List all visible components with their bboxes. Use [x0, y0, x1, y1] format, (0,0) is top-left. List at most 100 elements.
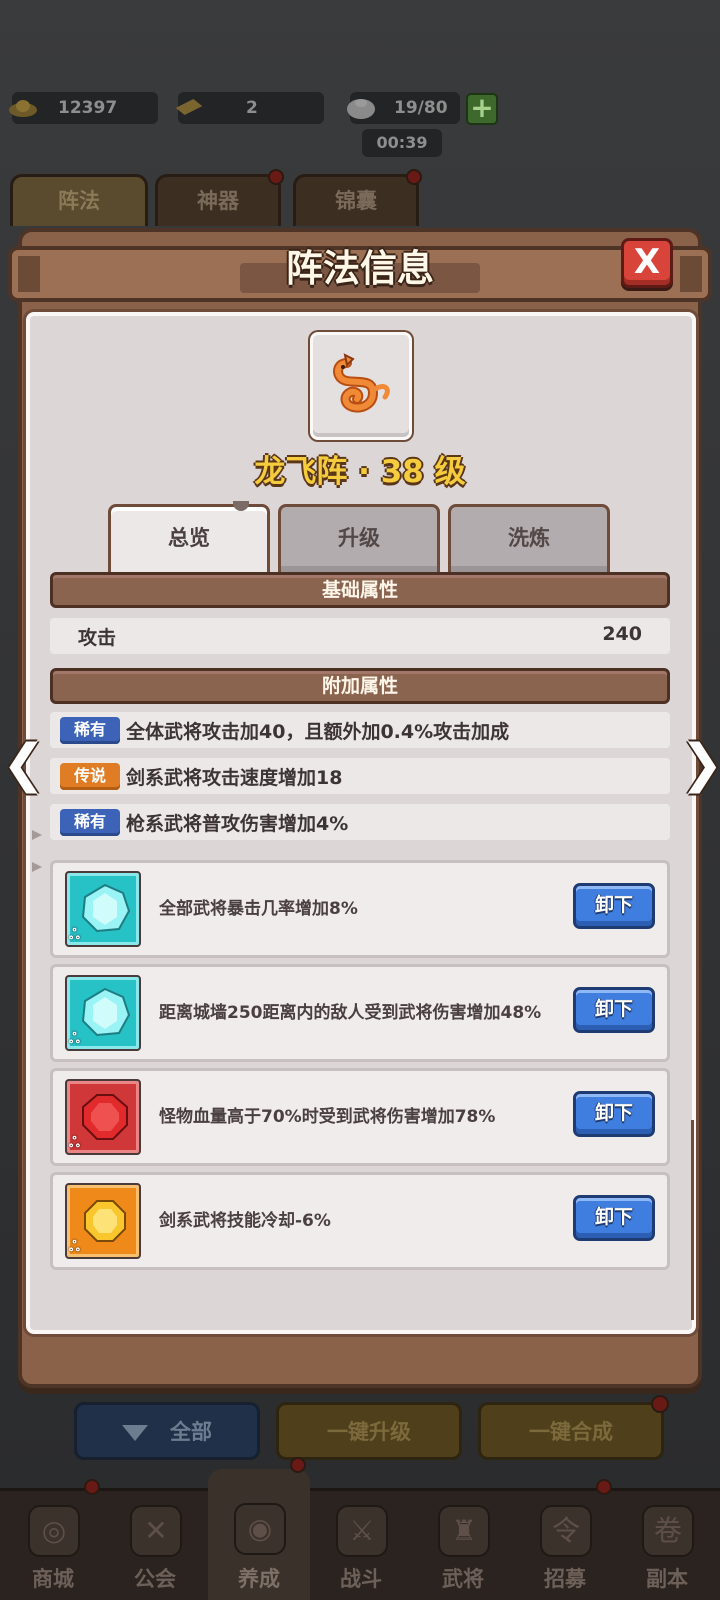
stamina-value: 19/80: [394, 98, 448, 118]
tab-pin: [233, 501, 249, 511]
orange-gem-icon[interactable]: ஃ: [65, 1183, 141, 1259]
bun-icon: [347, 99, 375, 119]
filter-all-button[interactable]: 全部: [74, 1402, 260, 1460]
nav-label: 商城: [32, 1567, 74, 1591]
tab-artifact-label: 神器: [197, 189, 239, 213]
nav-shop[interactable]: ◎ 商城: [2, 1479, 104, 1600]
modal-title: 阵法信息: [286, 247, 434, 290]
nav-dungeon[interactable]: 卷副本: [616, 1491, 718, 1600]
cyan-gem-icon[interactable]: ஃ: [65, 871, 141, 947]
nav-battle[interactable]: ⚔ 战斗: [310, 1491, 412, 1600]
nav-label: 养成: [238, 1567, 280, 1591]
notification-dot: [651, 1395, 669, 1413]
stat-label: 攻击: [78, 627, 117, 649]
bottom-navbar: ◎ 商城 ✕ 公会 ◉ 养成 ⚔ 战斗 ♜ 武将 令招募 卷副本: [0, 1457, 720, 1600]
tab-refine[interactable]: 洗炼: [448, 504, 610, 572]
tab-upgrade-label: 升级: [338, 526, 380, 550]
tab-formation[interactable]: 阵法: [10, 174, 148, 226]
tab-tips[interactable]: 锦囊: [293, 169, 422, 226]
scroll-icon: 卷: [642, 1505, 694, 1557]
notification-dot: [290, 1457, 306, 1473]
resource-bar: 12397 2 19/80: [0, 92, 720, 128]
next-arrow-icon[interactable]: ❯: [680, 738, 720, 794]
gem-slot-card: ஃ 怪物血量高于70%时受到武将伤害增加78% 卸下: [50, 1068, 670, 1166]
stamina-timer: 00:39: [362, 129, 442, 157]
one-click-upgrade-button[interactable]: 一键升级: [276, 1402, 462, 1460]
gem-grade-icon: ஃ: [69, 1135, 80, 1151]
add-stamina-button[interactable]: +: [466, 93, 498, 125]
unequip-button[interactable]: 卸下: [573, 1091, 655, 1137]
extra-attr-row: 传说 剑系武将攻击速度增加18: [50, 758, 670, 794]
gem-grade-icon: ஃ: [69, 1239, 80, 1255]
stat-value: 240: [602, 623, 642, 645]
attr-text: 剑系武将攻击速度增加18: [126, 767, 343, 789]
nav-label: 战斗: [340, 1567, 382, 1591]
unequip-button[interactable]: 卸下: [573, 883, 655, 929]
side-marker-icon: [32, 830, 42, 840]
tab-refine-label: 洗炼: [508, 526, 550, 550]
gem-description: 全部武将暴击几率增加8%: [159, 899, 358, 919]
scrollbar[interactable]: [691, 1120, 694, 1320]
shield-icon: ✕: [130, 1505, 182, 1557]
ticket-icon: [175, 99, 203, 115]
nav-label: 武将: [442, 1567, 484, 1591]
nav-recruit[interactable]: 令招募: [514, 1479, 616, 1600]
tab-overview-label: 总览: [168, 526, 210, 550]
rarity-badge: 传说: [60, 763, 120, 790]
unequip-button[interactable]: 卸下: [573, 1195, 655, 1241]
nav-guild[interactable]: ✕ 公会: [104, 1491, 206, 1600]
notification-dot: [84, 1479, 100, 1495]
nav-generals[interactable]: ♜ 武将: [412, 1491, 514, 1600]
basic-attributes-header: 基础属性: [50, 572, 670, 608]
rarity-badge: 稀有: [60, 717, 120, 744]
gem-grade-icon: ஃ: [69, 927, 80, 943]
previous-arrow-icon[interactable]: ❮: [2, 738, 46, 794]
gem-description: 剑系武将技能冷却-6%: [159, 1211, 331, 1231]
close-button[interactable]: X: [621, 238, 673, 288]
red-gem-icon[interactable]: ஃ: [65, 1079, 141, 1155]
recruit-flag-icon: 令: [540, 1505, 592, 1557]
tab-overview[interactable]: 总览: [108, 501, 270, 572]
side-marker-icon: [32, 862, 42, 872]
gem-grade-icon: ஃ: [69, 1031, 80, 1047]
gem-slot-card: ஃ 全部武将暴击几率增加8% 卸下: [50, 860, 670, 958]
notification-dot: [268, 169, 284, 185]
gem-description: 距离城墙250距离内的敌人受到武将伤害增加48%: [159, 1003, 542, 1023]
cyan-gem-icon[interactable]: ஃ: [65, 975, 141, 1051]
nav-label: 招募: [544, 1567, 586, 1591]
attr-text: 全体武将攻击加40，且额外加0.4%攻击加成: [126, 721, 510, 743]
gem-slot-card: ஃ 距离城墙250距离内的敌人受到武将伤害增加48% 卸下: [50, 964, 670, 1062]
gold-ingot-icon: [9, 100, 37, 117]
stat-row-attack: 攻击 240: [50, 618, 670, 654]
nav-label: 副本: [646, 1567, 688, 1591]
nav-develop[interactable]: ◉ 养成: [208, 1457, 310, 1600]
ticket-value: 2: [246, 98, 258, 118]
unequip-button[interactable]: 卸下: [573, 987, 655, 1033]
extra-attr-row: 稀有 枪系武将普攻伤害增加4%: [50, 804, 670, 840]
extra-attr-row: 稀有 全体武将攻击加40，且额外加0.4%攻击加成: [50, 712, 670, 748]
stamina-counter: 19/80: [347, 92, 460, 124]
gem-slot-card: ஃ 剑系武将技能冷却-6% 卸下: [50, 1172, 670, 1270]
dragon-swirl-icon: ◉: [234, 1503, 286, 1555]
ticket-counter: 2: [175, 92, 324, 124]
gem-description: 怪物血量高于70%时受到武将伤害增加78%: [159, 1107, 496, 1127]
one-click-merge-button[interactable]: 一键合成: [478, 1395, 669, 1460]
coin-icon: ◎: [28, 1505, 80, 1557]
notification-dot: [596, 1479, 612, 1495]
filter-all-label: 全部: [170, 1420, 212, 1444]
extra-attributes-header: 附加属性: [50, 668, 670, 704]
dragon-icon: [333, 353, 390, 413]
tab-tips-label: 锦囊: [335, 189, 377, 213]
tab-upgrade[interactable]: 升级: [278, 504, 440, 572]
helmet-icon: ♜: [438, 1505, 490, 1557]
triangle-down-icon: [122, 1425, 148, 1441]
gold-value: 12397: [58, 98, 118, 118]
one-click-merge-label: 一键合成: [529, 1420, 613, 1444]
nav-label: 公会: [134, 1567, 176, 1591]
gold-counter: 12397: [9, 92, 158, 124]
tab-artifact[interactable]: 神器: [155, 169, 284, 226]
crossed-swords-icon: ⚔: [336, 1505, 388, 1557]
notification-dot: [406, 169, 422, 185]
formation-icon-card: [310, 332, 412, 440]
formation-name-level: 龙飞阵 · 38 级: [254, 454, 466, 490]
